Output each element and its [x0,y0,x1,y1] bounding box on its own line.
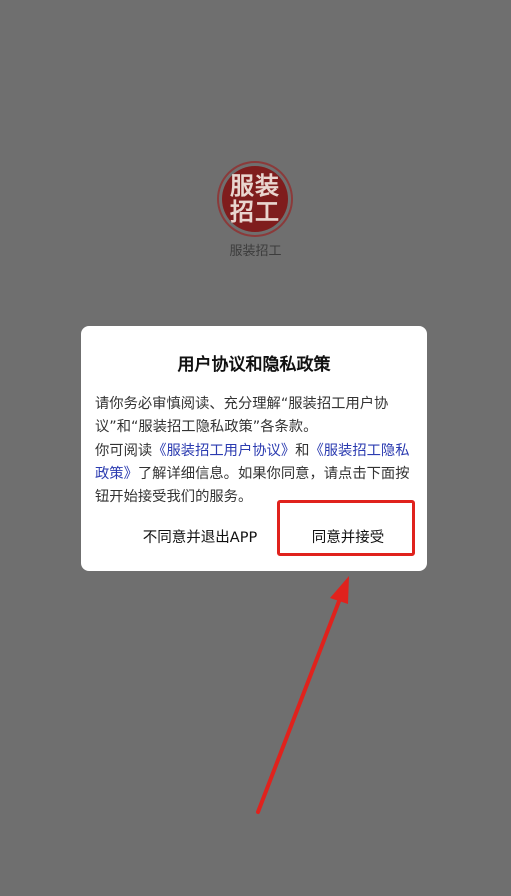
dialog-title: 用户协议和隐私政策 [177,355,331,375]
decline-exit-button[interactable]: 不同意并退出APP [111,512,289,560]
logo-text-line-2: 招工 [230,197,280,226]
dialog-paragraph-2-suffix: 了解详细信息。如果你同意，请点击下面按钮开始接受我们的服务。 [95,465,410,506]
user-agreement-link[interactable]: 《服装招工用户协议》 [152,443,295,459]
agree-accept-button[interactable]: 同意并接受 [281,512,415,560]
dialog-body: 请你务必审慎阅读、充分理解“服装招工用户协议”和“服装招工隐私政策”各条款。 你… [95,393,415,509]
dialog-paragraph-2-and: 和 [295,442,310,459]
dialog-paragraph-1: 请你务必审慎阅读、充分理解“服装招工用户协议”和“服装招工隐私政策”各条款。 [95,396,389,436]
logo-text-line-1: 服装 [230,171,280,200]
dialog-paragraph-2-prefix: 你可阅读 [95,442,153,459]
app-name: 服装招工 [229,244,282,259]
app-logo: 服装 招工 [222,166,288,232]
